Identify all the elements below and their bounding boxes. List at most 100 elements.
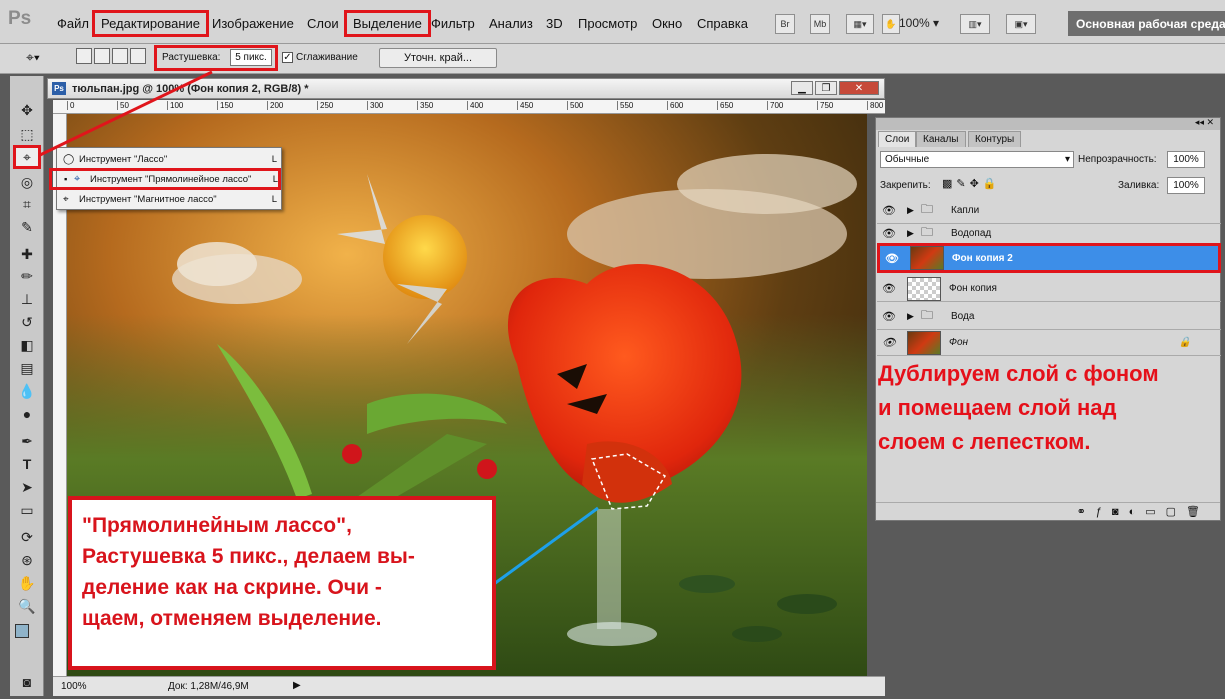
- layer-row[interactable]: 👁 Фон 🔒: [877, 330, 1221, 356]
- menu-filter[interactable]: Фильтр: [431, 16, 475, 31]
- menu-image[interactable]: Изображение: [212, 16, 294, 31]
- ruler-tick-label: 450: [517, 101, 533, 110]
- quick-mask-icon[interactable]: ◙: [18, 674, 36, 690]
- menu-help[interactable]: Справка: [697, 16, 748, 31]
- restore-button[interactable]: ❐: [815, 81, 837, 95]
- menu-window[interactable]: Окно: [652, 16, 682, 31]
- annotation-line: щаем, отменяем выделение.: [82, 607, 382, 630]
- flyout-item-polygonal-lasso[interactable]: ▪ ⌖ Инструмент "Прямолинейное лассо" L: [49, 168, 281, 190]
- minimize-button[interactable]: ▁: [791, 81, 813, 95]
- expand-triangle-icon[interactable]: ▶: [907, 311, 921, 322]
- subtract-selection-icon[interactable]: [112, 48, 128, 64]
- shape-tool-icon[interactable]: ▭: [18, 502, 36, 518]
- status-arrow-icon[interactable]: ▶: [293, 680, 301, 691]
- fill-input[interactable]: 100%: [1167, 177, 1205, 194]
- tab-channels[interactable]: Каналы: [916, 131, 966, 147]
- layer-thumbnail: [910, 246, 944, 270]
- folder-icon: 🗀: [921, 225, 934, 239]
- path-select-icon[interactable]: ➤: [18, 479, 36, 495]
- hand-icon[interactable]: ✋: [882, 14, 900, 34]
- zoom-level[interactable]: 100% ▾: [899, 16, 939, 30]
- polygonal-lasso-icon[interactable]: ⌖▾: [26, 49, 40, 66]
- panel-collapse-icon[interactable]: ◂◂ ✕: [1195, 117, 1214, 128]
- minibridge-button[interactable]: Mb: [810, 14, 830, 34]
- brush-tool-icon[interactable]: ✏: [18, 268, 36, 284]
- 3d-rotate-icon[interactable]: ⟳: [18, 529, 36, 545]
- tab-paths[interactable]: Контуры: [968, 131, 1022, 147]
- document-title: тюльпан.jpg @ 100% (Фон копия 2, RGB/8) …: [72, 83, 309, 95]
- lasso-tool-icon[interactable]: ⌖: [13, 145, 41, 169]
- eye-icon[interactable]: 👁: [881, 204, 897, 218]
- eye-icon[interactable]: 👁: [881, 282, 897, 296]
- new-layer-icon[interactable]: ▢: [1166, 506, 1186, 518]
- refine-edge-button[interactable]: Уточн. край...: [379, 48, 497, 68]
- zoom-tool-icon[interactable]: 🔍: [18, 598, 36, 614]
- new-selection-icon[interactable]: [76, 48, 92, 64]
- folder-icon: 🗀: [921, 308, 934, 322]
- eye-icon[interactable]: 👁: [881, 336, 897, 350]
- selected-dot-icon: ▪: [64, 173, 68, 185]
- menu-file[interactable]: Файл: [57, 16, 89, 31]
- gradient-tool-icon[interactable]: ▤: [18, 360, 36, 376]
- ruler-tick-label: 100: [167, 101, 183, 110]
- menu-layers[interactable]: Слои: [307, 16, 339, 31]
- menu-view[interactable]: Просмотр: [578, 16, 637, 31]
- menu-analysis[interactable]: Анализ: [489, 16, 533, 31]
- add-selection-icon[interactable]: [94, 48, 110, 64]
- move-tool-icon[interactable]: ✥: [18, 102, 36, 118]
- crop-tool-icon[interactable]: ⌗: [18, 196, 36, 212]
- mask-icon[interactable]: ◙: [1112, 506, 1129, 518]
- status-zoom[interactable]: 100%: [61, 681, 87, 692]
- arrange-icon[interactable]: ▥▾: [960, 14, 990, 34]
- antialias-checkbox[interactable]: ✓: [282, 52, 293, 63]
- clone-stamp-icon[interactable]: ⊥: [18, 291, 36, 307]
- feather-input[interactable]: 5 пикс.: [230, 49, 272, 66]
- lock-icon: 🔒: [1178, 337, 1191, 348]
- dodge-tool-icon[interactable]: ●: [18, 406, 36, 422]
- ruler-tick-label: 250: [317, 101, 333, 110]
- polygonal-lasso-icon: ⌖: [74, 172, 81, 185]
- layer-row[interactable]: 👁 Фон копия: [877, 276, 1221, 302]
- eye-icon[interactable]: 👁: [884, 251, 900, 265]
- blend-mode-select[interactable]: Обычные ▾: [880, 151, 1074, 168]
- 3d-orbit-icon[interactable]: ⊛: [18, 552, 36, 568]
- menu-3d[interactable]: 3D: [546, 16, 563, 31]
- blur-tool-icon[interactable]: 💧: [18, 383, 36, 399]
- workspace-button[interactable]: Основная рабочая среда: [1068, 11, 1225, 36]
- adjustment-icon[interactable]: ◐: [1129, 506, 1146, 518]
- menu-edit[interactable]: Редактирование: [92, 10, 210, 37]
- flyout-item-lasso[interactable]: ◯ Инструмент "Лассо" L: [63, 150, 277, 169]
- history-brush-icon[interactable]: ↺: [18, 314, 36, 330]
- group-icon[interactable]: ▭: [1145, 506, 1165, 518]
- lock-icons[interactable]: ▩✎✥🔒: [942, 177, 1001, 190]
- eye-icon[interactable]: 👁: [881, 310, 897, 324]
- opacity-input[interactable]: 100%: [1167, 151, 1205, 168]
- layer-row-selected[interactable]: 👁 Фон копия 2: [877, 243, 1221, 273]
- hand-tool-icon[interactable]: ✋: [18, 575, 36, 591]
- type-tool-icon[interactable]: T: [18, 456, 36, 472]
- eraser-icon[interactable]: ◧: [18, 337, 36, 353]
- expand-triangle-icon[interactable]: ▶: [907, 228, 921, 239]
- menu-select[interactable]: Выделение: [344, 10, 431, 37]
- foreground-color-swatch[interactable]: [15, 624, 29, 638]
- close-button[interactable]: ✕: [839, 81, 879, 95]
- quick-select-icon[interactable]: ◎: [18, 174, 36, 190]
- ruler-tick-label: 500: [567, 101, 583, 110]
- expand-triangle-icon[interactable]: ▶: [907, 205, 921, 216]
- layer-row[interactable]: 👁 ▶ 🗀 Вода: [877, 304, 1221, 330]
- trash-icon[interactable]: 🗑: [1186, 506, 1210, 518]
- bridge-button[interactable]: Br: [775, 14, 795, 34]
- flyout-item-magnetic-lasso[interactable]: ⌖ Инструмент "Магнитное лассо" L: [63, 190, 277, 209]
- fx-icon[interactable]: ƒ: [1096, 506, 1112, 518]
- layer-thumbnail: [907, 276, 941, 301]
- film-strip-icon[interactable]: ▦▾: [846, 14, 874, 34]
- pen-tool-icon[interactable]: ✒: [18, 433, 36, 449]
- link-icon[interactable]: ⚭: [1077, 506, 1096, 518]
- healing-brush-icon[interactable]: ✚: [18, 246, 36, 262]
- marquee-tool-icon[interactable]: ⬚: [18, 126, 36, 142]
- screen-mode-icon[interactable]: ▣▾: [1006, 14, 1036, 34]
- tab-layers[interactable]: Слои: [878, 131, 917, 147]
- intersect-selection-icon[interactable]: [130, 48, 146, 64]
- eye-icon[interactable]: 👁: [881, 227, 897, 241]
- eyedropper-icon[interactable]: ✎: [18, 219, 36, 235]
